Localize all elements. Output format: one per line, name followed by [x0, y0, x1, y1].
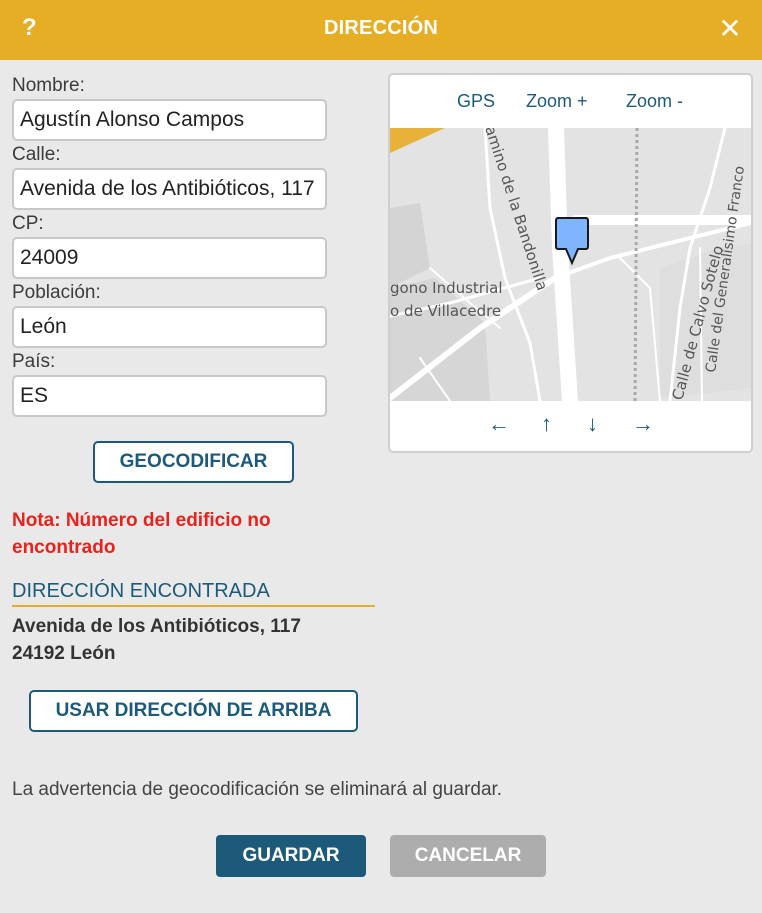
- street-label: Calle:: [12, 144, 61, 165]
- address-form: Nombre: Calle: CP: Población: País:: [12, 72, 328, 417]
- geocode-button[interactable]: GEOCODIFICAR: [93, 441, 294, 483]
- found-address-line1: Avenida de los Antibióticos, 117: [12, 616, 301, 637]
- found-address-line2: 24192 León: [12, 643, 116, 664]
- geocode-note: Nota: Número del edificio no encontrado: [12, 510, 271, 558]
- map-view[interactable]: amino de la Bandonilla gono Industrial o…: [390, 128, 751, 401]
- street-field[interactable]: [12, 168, 327, 210]
- map-label-poligono-1: gono Industrial: [390, 279, 503, 297]
- name-field[interactable]: [12, 99, 327, 141]
- save-button[interactable]: GUARDAR: [216, 835, 366, 877]
- country-field[interactable]: [12, 375, 327, 417]
- zoom-in-button[interactable]: Zoom +: [526, 91, 588, 112]
- city-label: Población:: [12, 282, 101, 303]
- use-address-button[interactable]: USAR DIRECCIÓN DE ARRIBA: [29, 690, 358, 732]
- dialog-title: DIRECCIÓN: [323, 17, 439, 39]
- map-tiles: amino de la Bandonilla gono Industrial o…: [390, 128, 751, 401]
- found-address: Avenida de los Antibióticos, 117 24192 L…: [12, 613, 372, 667]
- name-label: Nombre:: [12, 75, 85, 96]
- zip-label: CP:: [12, 213, 44, 234]
- pan-down-arrow-icon[interactable]: ↓: [587, 411, 598, 437]
- zip-field[interactable]: [12, 237, 327, 279]
- dialog-header: ? DIRECCIÓN ✕: [0, 0, 762, 60]
- geocode-warning: La advertencia de geocodificación se eli…: [12, 779, 503, 800]
- found-address-heading: DIRECCIÓN ENCONTRADA: [12, 578, 375, 607]
- map-panel: GPS Zoom + Zoom - amino de la Bandonilla…: [388, 73, 753, 453]
- map-toolbar: GPS Zoom + Zoom -: [390, 75, 751, 128]
- pan-right-arrow-icon[interactable]: →: [632, 411, 654, 437]
- city-field[interactable]: [12, 306, 327, 348]
- zoom-out-button[interactable]: Zoom -: [626, 91, 683, 112]
- pan-left-arrow-icon[interactable]: ←: [488, 411, 510, 437]
- pan-up-arrow-icon[interactable]: ↑: [541, 411, 552, 437]
- map-label-poligono-2: o de Villacedre: [390, 302, 501, 320]
- map-navigation: ← ↑ ↓ →: [390, 401, 751, 451]
- cancel-button[interactable]: CANCELAR: [390, 835, 546, 877]
- gps-button[interactable]: GPS: [457, 91, 495, 112]
- close-icon[interactable]: ✕: [716, 12, 744, 46]
- country-label: País:: [12, 351, 56, 372]
